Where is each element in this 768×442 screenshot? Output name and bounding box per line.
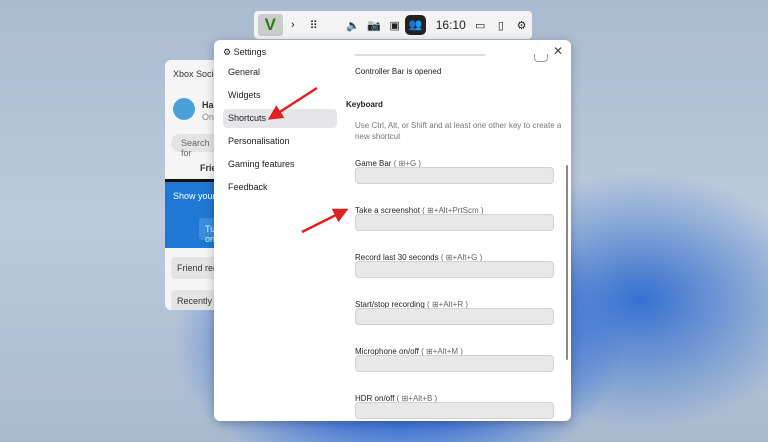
annotation-arrows	[267, 86, 349, 234]
arrow-to-shortcuts	[267, 86, 318, 120]
arrow-to-screenshot	[301, 208, 349, 234]
